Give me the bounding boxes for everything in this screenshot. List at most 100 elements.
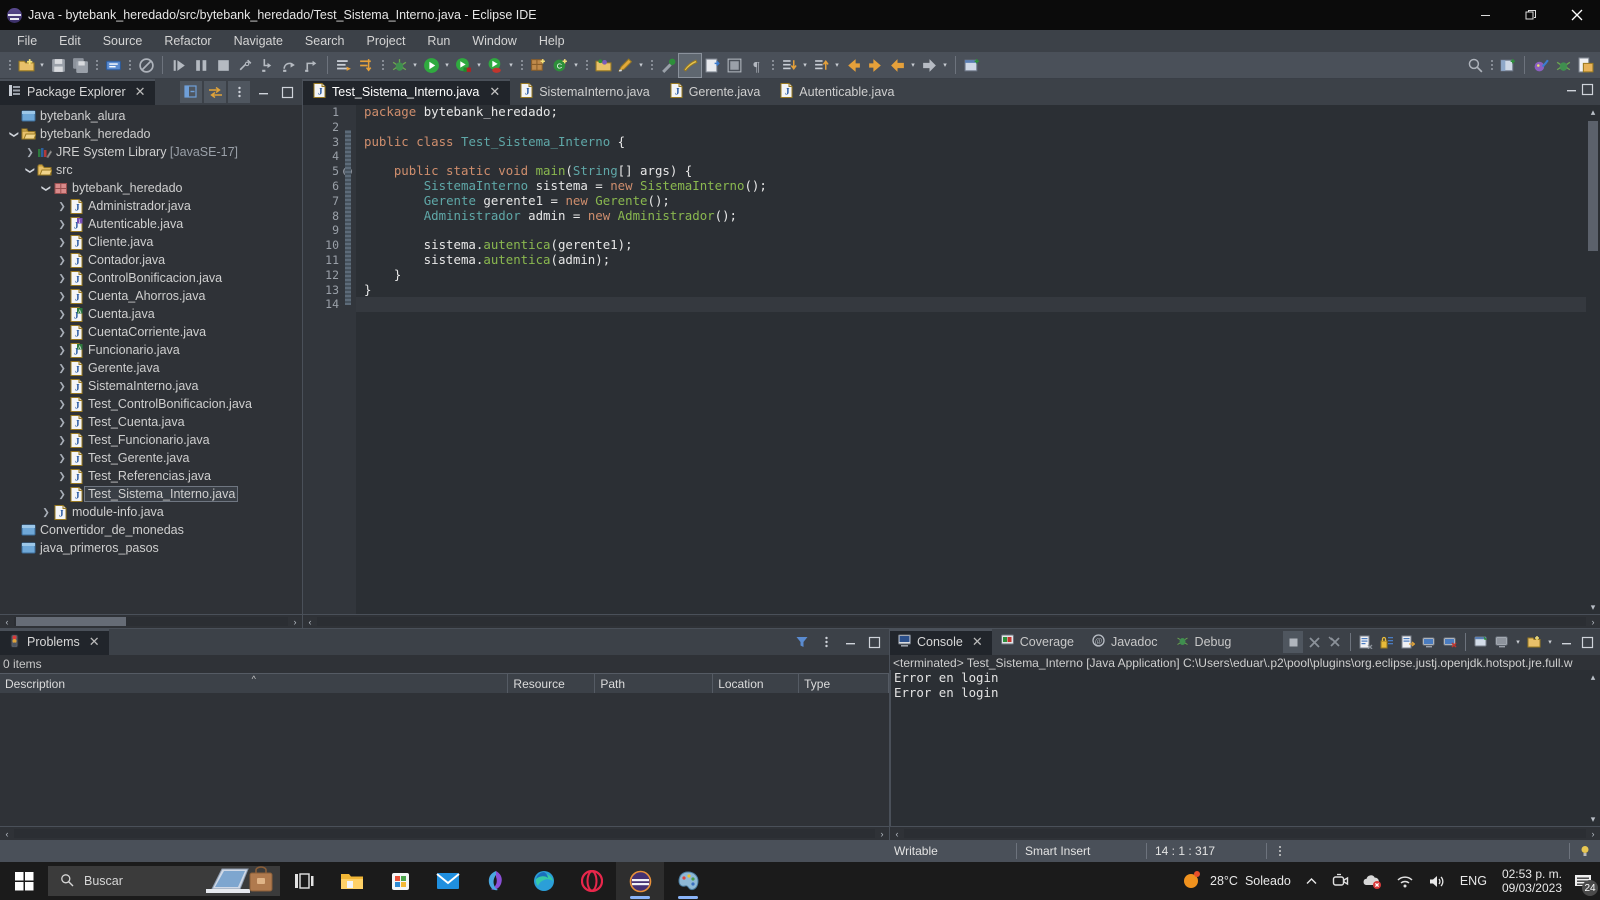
new-class-dropdown-icon[interactable]: ▾ xyxy=(571,61,581,69)
new-wizard-icon[interactable] xyxy=(15,54,37,77)
save-icon[interactable] xyxy=(47,54,69,77)
scroll-right-icon[interactable]: › xyxy=(1586,829,1600,839)
toolbar-sep-handle-6[interactable] xyxy=(648,56,655,74)
problems-hscrollbar[interactable]: ‹ › xyxy=(0,826,889,840)
run-last-dropdown-icon[interactable]: ▾ xyxy=(506,61,516,69)
file-explorer-icon[interactable] xyxy=(328,862,376,900)
run-dropdown-icon[interactable]: ▾ xyxy=(442,61,452,69)
tree-item[interactable]: ❯ J Test_Cuenta.java xyxy=(0,413,302,431)
toolbar-drag-handle[interactable] xyxy=(6,56,13,74)
eclipse-icon[interactable] xyxy=(616,862,664,900)
tree-expand-arrow-icon[interactable]: ❯ xyxy=(56,291,68,302)
toolbar-sep-handle-5[interactable] xyxy=(583,56,590,74)
tree-item[interactable]: ❯ J A Funcionario.java xyxy=(0,341,302,359)
tree-expand-arrow-icon[interactable]: ❯ xyxy=(41,182,52,194)
save-all-icon[interactable] xyxy=(69,54,91,77)
editor-tab[interactable]: J Autenticable.java xyxy=(770,79,904,105)
tree-item[interactable]: ❯ Jmodule-info.java xyxy=(0,503,302,521)
no-entry-icon[interactable] xyxy=(135,54,157,77)
volume-icon[interactable] xyxy=(1421,874,1453,889)
maximize-view-icon[interactable] xyxy=(1577,631,1597,653)
tree-expand-arrow-icon[interactable]: ❯ xyxy=(56,345,68,356)
tree-item[interactable]: java_primeros_pasos xyxy=(0,539,302,557)
tree-expand-arrow-icon[interactable]: ❯ xyxy=(56,237,68,248)
next-edit-dropdown-icon[interactable]: ▾ xyxy=(940,61,950,69)
editor-hscrollbar[interactable]: ‹ › xyxy=(303,614,1600,628)
maximize-editor-icon[interactable] xyxy=(1581,83,1594,101)
scroll-right-icon[interactable]: › xyxy=(288,617,302,627)
tree-expand-arrow-icon[interactable]: ❯ xyxy=(56,471,68,482)
next-annotation-icon[interactable] xyxy=(778,54,800,77)
open-console-icon[interactable] xyxy=(1471,631,1491,653)
filter-icon[interactable] xyxy=(791,631,813,653)
start-icon[interactable] xyxy=(0,862,48,900)
java-browsing-icon[interactable] xyxy=(1574,54,1596,77)
scroll-up-icon[interactable]: ▴ xyxy=(1586,670,1600,684)
menu-window[interactable]: Window xyxy=(461,32,527,50)
toolbar-sep-handle-2[interactable] xyxy=(126,56,133,74)
tab-problems[interactable]: Problems ✕ xyxy=(0,629,109,655)
onedrive-sync-error-icon[interactable] xyxy=(1356,873,1389,889)
edge-icon[interactable] xyxy=(520,862,568,900)
console-output[interactable]: Error en login Error en login ▴ ▾ xyxy=(890,670,1600,826)
tree-item[interactable]: ❯ JRE System Library [JavaSE-17] xyxy=(0,143,302,161)
remove-launch-icon[interactable] xyxy=(1304,631,1324,653)
editor-vscrollbar[interactable]: ▴ ▾ xyxy=(1586,105,1600,614)
tree-expand-arrow-icon[interactable]: ❯ xyxy=(9,128,20,140)
tab-debug[interactable]: Debug xyxy=(1167,629,1241,655)
tree-item[interactable]: ❯ J Gerente.java xyxy=(0,359,302,377)
open-console-dropdown-icon[interactable]: ▾ xyxy=(1513,638,1523,646)
debug-icon[interactable] xyxy=(388,54,410,77)
pilcrow-icon[interactable]: ¶ xyxy=(745,54,767,77)
java-ee-perspective-icon[interactable] xyxy=(1530,54,1552,77)
step-over-icon[interactable] xyxy=(278,54,300,77)
link-with-editor-icon[interactable] xyxy=(204,81,226,103)
menu-source[interactable]: Source xyxy=(92,32,154,50)
tree-item[interactable]: ❯ J Cliente.java xyxy=(0,233,302,251)
prev-annotation-dropdown-icon[interactable]: ▾ xyxy=(832,61,842,69)
tree-expand-arrow-icon[interactable]: ❯ xyxy=(56,399,68,410)
tree-expand-arrow-icon[interactable]: ❯ xyxy=(56,327,68,338)
maximize-view-icon[interactable] xyxy=(863,631,885,653)
quick-access-dots-icon[interactable] xyxy=(1488,56,1495,74)
display-selected-console-icon[interactable] xyxy=(1440,631,1460,653)
tree-item[interactable]: ❯ J Contador.java xyxy=(0,251,302,269)
tree-item[interactable]: ❯ bytebank_heredado xyxy=(0,125,302,143)
menu-search[interactable]: Search xyxy=(294,32,356,50)
search-icon[interactable] xyxy=(1464,54,1486,77)
external-tools-icon[interactable] xyxy=(657,54,679,77)
scroll-right-icon[interactable]: › xyxy=(875,829,889,839)
project-tree[interactable]: bytebank_alura ❯ bytebank_heredado ❯ JRE Sys… xyxy=(0,105,302,614)
tree-item[interactable]: ❯ bytebank_heredado xyxy=(0,179,302,197)
tree-item[interactable]: Convertidor_de_monedas xyxy=(0,521,302,539)
problems-column-header[interactable]: ^ Description xyxy=(0,674,509,693)
scroll-right-icon[interactable]: › xyxy=(1586,617,1600,627)
tree-expand-arrow-icon[interactable]: ❯ xyxy=(56,363,68,374)
tree-item[interactable]: ❯ J I Autenticable.java xyxy=(0,215,302,233)
new-java-project-icon[interactable] xyxy=(527,54,549,77)
problems-column-header[interactable]: Type xyxy=(799,674,890,693)
toolbar-sep-handle-7[interactable] xyxy=(769,56,776,74)
tab-console[interactable]: Console ✕ xyxy=(890,629,992,655)
clock[interactable]: 02:53 p. m. 09/03/2023 xyxy=(1494,867,1570,895)
notifications-button[interactable]: 24 xyxy=(1570,868,1598,896)
tree-expand-arrow-icon[interactable]: ❯ xyxy=(56,489,68,500)
status-menu-icon[interactable] xyxy=(1266,843,1293,859)
tab-package-explorer[interactable]: Package Explorer ✕ xyxy=(0,79,155,105)
view-menu-icon[interactable] xyxy=(228,81,250,103)
coverage-dropdown-icon[interactable]: ▾ xyxy=(474,61,484,69)
tree-item[interactable]: ❯ src xyxy=(0,161,302,179)
java-perspective-icon[interactable] xyxy=(678,52,702,78)
terminate-icon[interactable] xyxy=(212,54,234,77)
toolbar-sep-handle-1[interactable] xyxy=(93,56,100,74)
menu-help[interactable]: Help xyxy=(528,32,576,50)
tree-expand-arrow-icon[interactable]: ❯ xyxy=(25,164,36,176)
menu-project[interactable]: Project xyxy=(356,32,417,50)
scroll-up-icon[interactable]: ▴ xyxy=(1586,105,1600,119)
scroll-left-icon[interactable]: ‹ xyxy=(0,617,14,627)
new-console-view-icon[interactable] xyxy=(1492,631,1512,653)
next-edit-icon[interactable] xyxy=(918,54,940,77)
editor-tab[interactable]: J Test_Sistema_Interno.java ✕ xyxy=(303,79,511,105)
new-package-icon[interactable] xyxy=(592,54,614,77)
scroll-left-icon[interactable]: ‹ xyxy=(0,829,14,839)
